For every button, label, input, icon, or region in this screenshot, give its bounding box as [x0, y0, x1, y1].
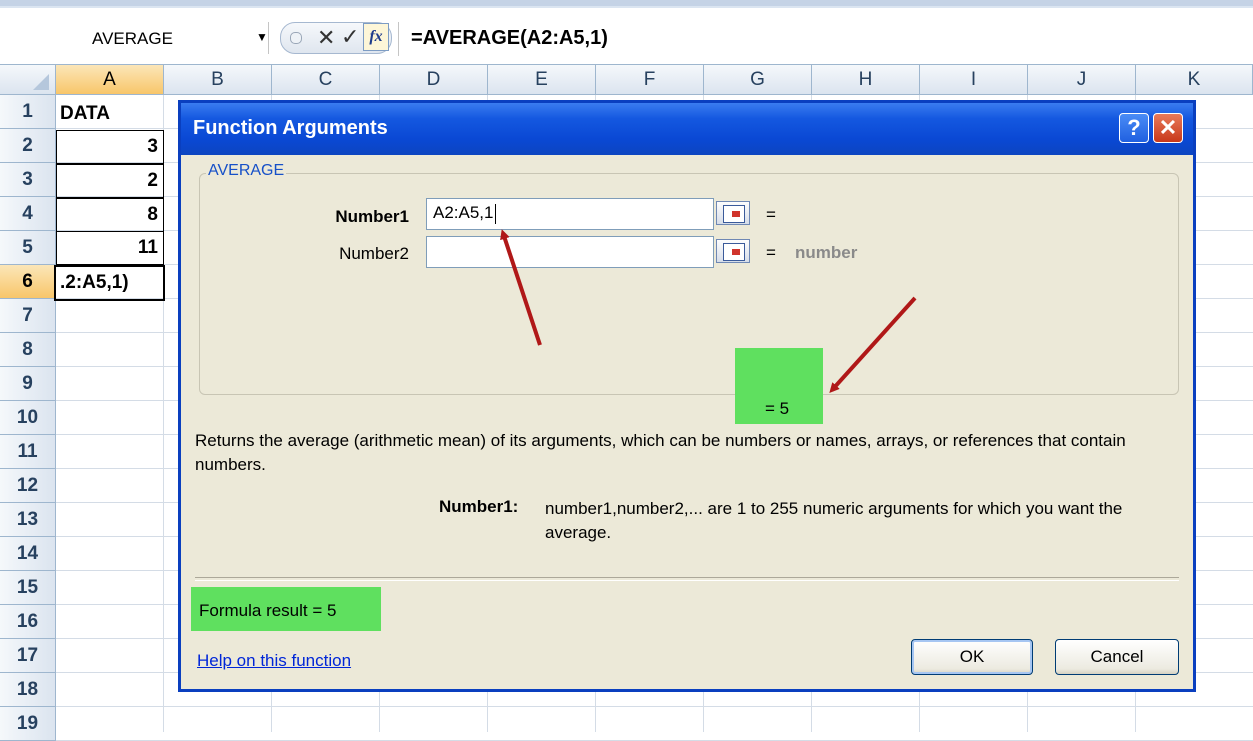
- arrow-to-number1: [500, 229, 542, 346]
- arrow-to-result: [829, 296, 917, 393]
- excel-window: AVERAGE ▼ ✕ ✓ fx =AVERAGE(A2:A5,1) ABCDE…: [0, 0, 1253, 741]
- annotation-arrows: [500, 229, 917, 393]
